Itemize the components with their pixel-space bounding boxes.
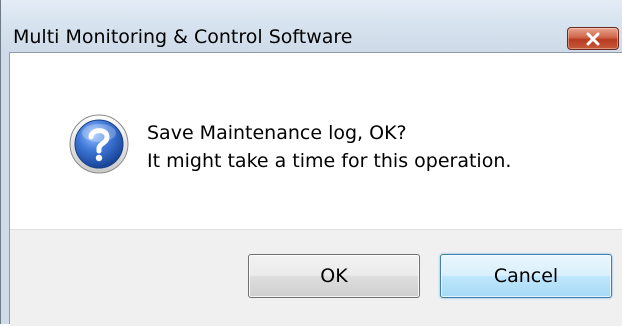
cancel-button[interactable]: Cancel [440, 254, 612, 298]
title-bar[interactable]: Multi Monitoring & Control Software [1, 0, 622, 52]
message-line-1: Save Maintenance log, OK? [147, 122, 407, 144]
message-line-2: It might take a time for this operation. [147, 150, 512, 172]
dialog-window: Multi Monitoring & Control Software Save… [0, 0, 622, 326]
ok-button[interactable]: OK [248, 254, 420, 298]
close-x-icon [586, 32, 600, 45]
close-button[interactable] [567, 27, 619, 50]
question-icon [69, 114, 129, 174]
dialog-message: Save Maintenance log, OK? It might take … [147, 119, 511, 175]
message-area: Save Maintenance log, OK? It might take … [10, 53, 622, 229]
window-title: Multi Monitoring & Control Software [13, 26, 353, 48]
dialog-client-area: Save Maintenance log, OK? It might take … [9, 52, 622, 326]
button-bar: OK Cancel [10, 229, 622, 326]
